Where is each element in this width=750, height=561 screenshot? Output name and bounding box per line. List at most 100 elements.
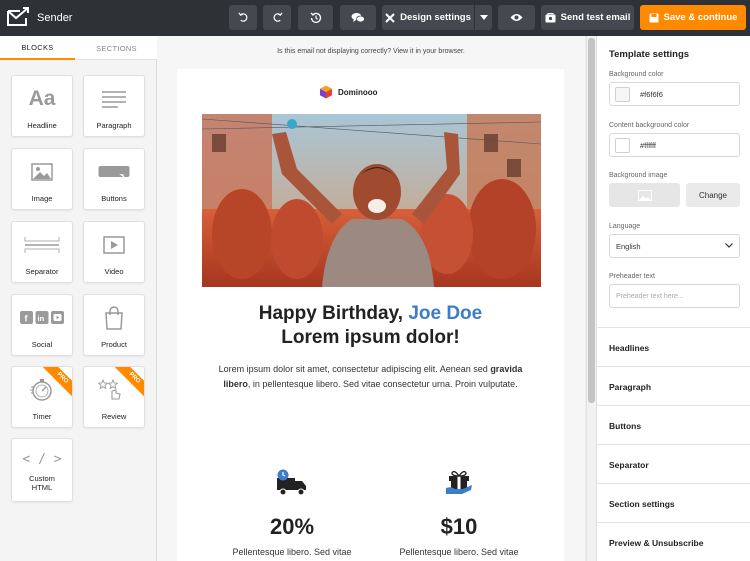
canvas-scrollbar-thumb[interactable] (588, 38, 595, 403)
undo-button[interactable] (229, 5, 257, 30)
history-icon (310, 12, 321, 23)
feature-value: $10 (440, 514, 478, 539)
language-label: Language (609, 223, 641, 230)
buttons-icon (84, 157, 144, 187)
section-section-settings[interactable]: Section settings (597, 483, 750, 522)
send-test-email-button[interactable]: Send test email (541, 5, 634, 30)
headline-greeting: Happy Birthday, (258, 303, 409, 324)
sender-logo-icon (7, 7, 29, 26)
image-placeholder-icon (637, 189, 652, 201)
app-brand: Sender (37, 12, 73, 24)
preview-button[interactable] (498, 5, 535, 30)
block-label: Headline (27, 121, 57, 130)
shopping-bag-icon (84, 303, 144, 333)
save-icon (649, 13, 659, 22)
svg-text:in: in (38, 314, 45, 323)
section-buttons[interactable]: Buttons (597, 405, 750, 444)
comments-icon (351, 12, 365, 22)
caret-down-icon (479, 15, 488, 20)
block-custom-html[interactable]: < / > Custom HTML (11, 438, 73, 502)
block-social[interactable]: f in Social (11, 294, 73, 356)
content-bg-label: Content background color (609, 122, 690, 129)
dominooo-logo-icon (320, 85, 332, 99)
design-settings-label: Design settings (400, 12, 471, 23)
email-canvas: Is this email not displaying correctly? … (157, 36, 585, 561)
language-select[interactable]: English (609, 234, 740, 258)
panel-title: Template settings (609, 49, 690, 60)
redo-icon (273, 12, 283, 22)
video-play-icon (84, 230, 144, 260)
change-image-button[interactable]: Change (686, 183, 740, 207)
background-image-label: Background image (609, 172, 668, 179)
section-preview-unsubscribe[interactable]: Preview & Unsubscribe (597, 522, 750, 561)
block-label: Video (104, 267, 124, 276)
section-separator[interactable]: Separator (597, 444, 750, 483)
content-bg-swatch[interactable] (615, 138, 630, 153)
language-value: English (616, 242, 641, 251)
top-toolbar: Sender Design settings Send test email S… (0, 0, 750, 36)
headline-icon: Aa (28, 87, 56, 110)
mail-send-icon (545, 12, 556, 22)
feature-gift[interactable]: $10 Pellentesque libero. Sed vitae conse… (384, 469, 534, 561)
background-color-label: Background color (609, 71, 664, 78)
section-paragraph[interactable]: Paragraph (597, 366, 750, 405)
tab-blocks[interactable]: BLOCKS (0, 36, 75, 60)
comments-button[interactable] (340, 5, 376, 30)
panel-tabs: BLOCKS SECTIONS (0, 36, 157, 60)
block-label: Timer (32, 412, 52, 421)
preheader-label: Preheader text (609, 273, 655, 280)
chevron-down-icon (725, 243, 733, 248)
feature-text: Pellentesque libero. Sed vitae consectet… (399, 547, 519, 557)
email-headline[interactable]: Happy Birthday, Joe Doe Lorem ipsum dolo… (177, 302, 564, 350)
delivery-truck-icon (277, 469, 306, 496)
background-image-preview[interactable] (609, 183, 680, 207)
tab-sections[interactable]: SECTIONS (79, 36, 154, 60)
paragraph-icon (84, 84, 144, 114)
email-paragraph[interactable]: Lorem ipsum dolor sit amet, consectetur … (217, 362, 524, 391)
redo-button[interactable] (263, 5, 291, 30)
block-label: Image (31, 194, 53, 203)
block-headline[interactable]: Aa Headline (11, 75, 73, 137)
block-separator[interactable]: Separator (11, 221, 73, 283)
content-bg-field[interactable]: #ffffff (609, 133, 740, 157)
background-color-field[interactable]: #f6f6f6 (609, 82, 740, 106)
block-label: Paragraph (96, 121, 132, 130)
feature-value: 20% (269, 514, 315, 539)
block-timer[interactable]: Timer PRO (11, 366, 73, 428)
block-label: Separator (25, 267, 59, 276)
eye-icon (510, 14, 523, 21)
design-settings-dropdown[interactable] (475, 5, 492, 30)
block-paragraph[interactable]: Paragraph (83, 75, 145, 137)
browser-view-notice[interactable]: Is this email not displaying correctly? … (157, 48, 585, 55)
send-test-email-label: Send test email (560, 12, 631, 23)
blocks-panel: BLOCKS SECTIONS Aa Headline Paragraph Im… (0, 36, 157, 561)
code-icon: < / > (22, 451, 62, 467)
hero-image[interactable] (202, 114, 541, 287)
block-video[interactable]: Video (83, 221, 145, 283)
undo-icon (237, 12, 247, 22)
block-buttons[interactable]: Buttons (83, 148, 145, 210)
background-color-swatch[interactable] (615, 87, 630, 102)
paragraph-text: Lorem ipsum dolor sit amet, consectetur … (218, 364, 491, 374)
tools-icon (385, 12, 395, 23)
email-brand-name: Dominooo (338, 88, 378, 97)
block-label: Social (31, 340, 53, 349)
block-product[interactable]: Product (83, 294, 145, 356)
feature-discount[interactable]: 20% Pellentesque libero. Sed vitae conse… (217, 469, 367, 561)
block-image[interactable]: Image (11, 148, 73, 210)
paragraph-text-end: , in pellentesque libero. Sed vitae cons… (247, 378, 518, 389)
design-settings-button[interactable]: Design settings (382, 5, 474, 30)
block-review[interactable]: Review PRO (83, 366, 145, 428)
content-bg-value: #ffffff (640, 141, 656, 150)
history-button[interactable] (298, 5, 333, 30)
block-label: Buttons (101, 194, 127, 203)
save-continue-button[interactable]: Save & continue (640, 5, 746, 30)
section-headlines[interactable]: Headlines (597, 327, 750, 366)
feature-text: Pellentesque libero. Sed vitae consectet… (232, 547, 352, 557)
preheader-input[interactable]: Preheader text here... (609, 284, 740, 308)
separator-icon (12, 230, 72, 260)
block-label: Product (101, 340, 127, 349)
template-settings-panel: Template settings Background color #f6f6… (596, 36, 750, 561)
social-icons: f in (12, 303, 72, 333)
block-label: Custom HTML (29, 474, 55, 492)
